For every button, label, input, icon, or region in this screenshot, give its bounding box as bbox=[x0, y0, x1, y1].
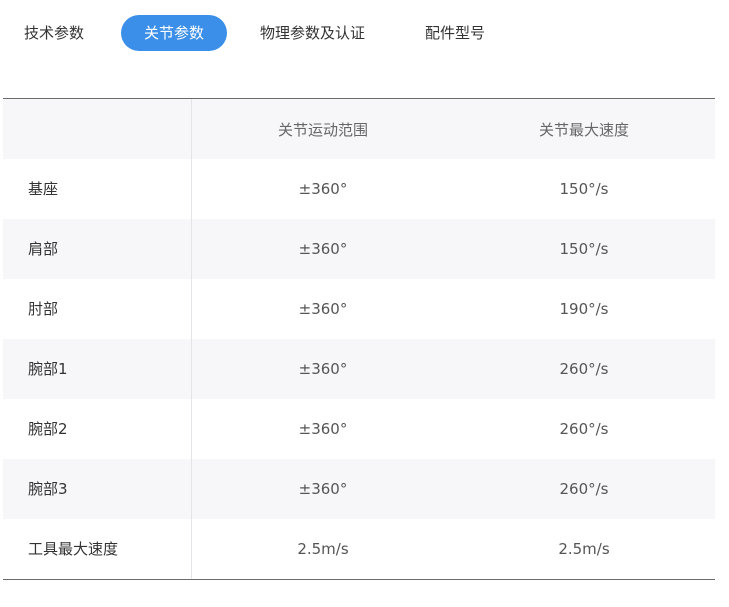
joint-range: ±360° bbox=[298, 300, 348, 318]
joint-range: ±360° bbox=[298, 480, 348, 498]
joint-range: 2.5m/s bbox=[297, 540, 349, 558]
joint-parameters-table: 关节运动范围 关节最大速度 基座 ±360° 150°/s 肩部 ±360° 1… bbox=[3, 98, 715, 580]
joint-name: 肘部 bbox=[3, 279, 192, 339]
tab-physical-parameters-certification[interactable]: 物理参数及认证 bbox=[260, 15, 365, 51]
joint-max-speed: 190°/s bbox=[559, 300, 609, 318]
joint-range: ±360° bbox=[298, 420, 348, 438]
joint-range: ±360° bbox=[298, 360, 348, 378]
parameter-tabs: 技术参数 关节参数 物理参数及认证 配件型号 bbox=[0, 15, 729, 51]
header-joint-range: 关节运动范围 bbox=[277, 120, 368, 139]
table-row: 腕部1 ±360° 260°/s bbox=[3, 339, 715, 399]
joint-parameters-page: 技术参数 关节参数 物理参数及认证 配件型号 关节运动范围 关节最大速度 基座 … bbox=[0, 0, 729, 607]
table-row: 腕部2 ±360° 260°/s bbox=[3, 399, 715, 459]
joint-max-speed: 150°/s bbox=[559, 240, 609, 258]
joint-max-speed: 260°/s bbox=[559, 480, 609, 498]
tab-accessory-models[interactable]: 配件型号 bbox=[425, 15, 485, 51]
table-row: 工具最大速度 2.5m/s 2.5m/s bbox=[3, 519, 715, 579]
table-row: 肩部 ±360° 150°/s bbox=[3, 219, 715, 279]
joint-name: 肩部 bbox=[3, 219, 192, 279]
joint-range: ±360° bbox=[298, 180, 348, 198]
joint-max-speed: 2.5m/s bbox=[558, 540, 610, 558]
header-joint-max-speed: 关节最大速度 bbox=[538, 120, 629, 139]
joint-name: 工具最大速度 bbox=[3, 519, 192, 579]
joint-name: 腕部1 bbox=[3, 339, 192, 399]
table-row: 肘部 ±360° 190°/s bbox=[3, 279, 715, 339]
joint-name: 基座 bbox=[3, 159, 192, 219]
joint-range: ±360° bbox=[298, 240, 348, 258]
joint-max-speed: 260°/s bbox=[559, 420, 609, 438]
header-joint-name bbox=[3, 99, 192, 159]
tab-technical-parameters[interactable]: 技术参数 bbox=[24, 15, 84, 51]
table-row: 基座 ±360° 150°/s bbox=[3, 159, 715, 219]
joint-name: 腕部2 bbox=[3, 399, 192, 459]
joint-max-speed: 260°/s bbox=[559, 360, 609, 378]
joint-name: 腕部3 bbox=[3, 459, 192, 519]
table-row: 腕部3 ±360° 260°/s bbox=[3, 459, 715, 519]
table-header-row: 关节运动范围 关节最大速度 bbox=[3, 99, 715, 159]
joint-max-speed: 150°/s bbox=[559, 180, 609, 198]
tab-joint-parameters[interactable]: 关节参数 bbox=[121, 15, 227, 51]
